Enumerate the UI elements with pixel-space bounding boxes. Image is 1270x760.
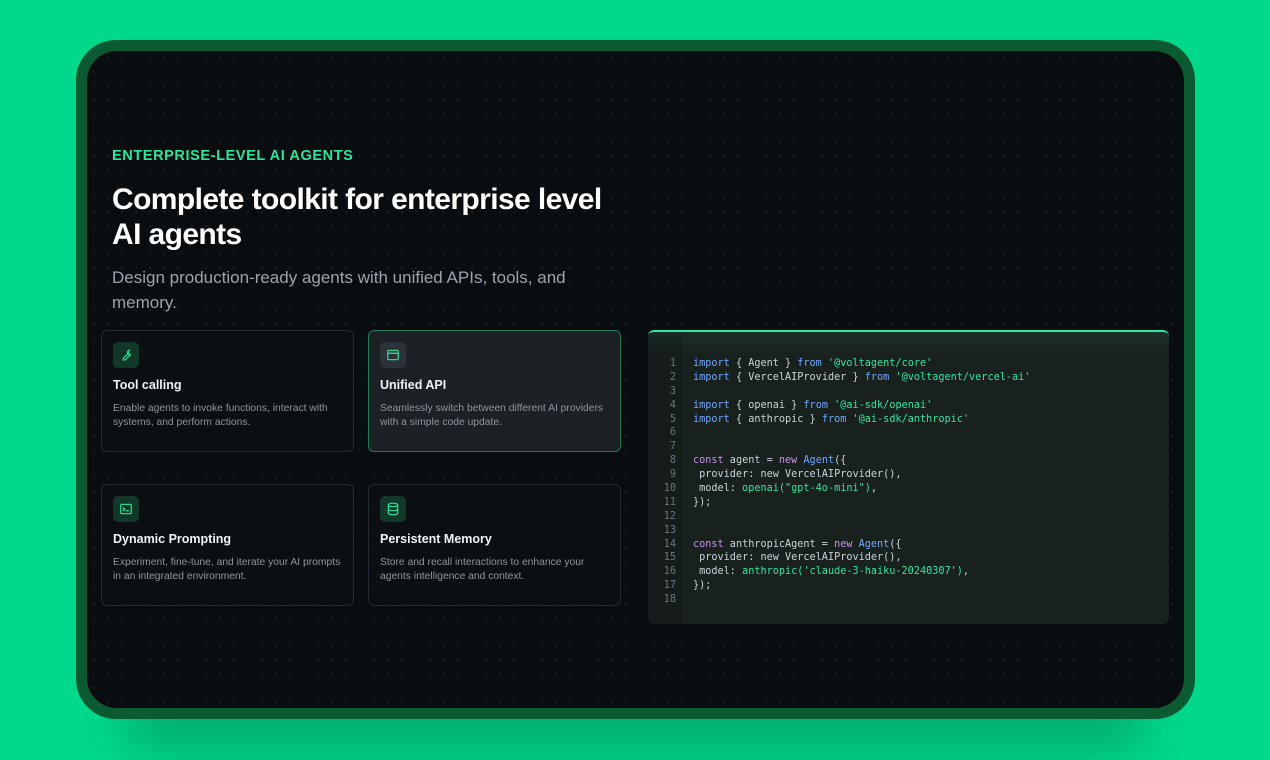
code-text: import { anthropic } from '@ai-sdk/anthr… xyxy=(693,413,970,425)
code-text: provider: new VercelAIProvider(), xyxy=(693,552,902,564)
code-line: 17}); xyxy=(648,579,1169,593)
line-number: 1 xyxy=(669,358,676,369)
feature-card-tool-calling[interactable]: Tool calling Enable agents to invoke fun… xyxy=(101,330,354,452)
line-number: 10 xyxy=(663,483,676,495)
line-number: 17 xyxy=(663,580,676,592)
code-line: 16 model: anthropic('claude-3-haiku-2024… xyxy=(648,565,1169,579)
code-text: const anthropicAgent = new Agent({ xyxy=(693,538,902,550)
code-text: }); xyxy=(693,496,712,508)
code-block: 1 import { Agent } from '@voltagent/core'… xyxy=(648,357,1169,607)
line-number: 12 xyxy=(663,510,676,522)
line-number: 13 xyxy=(663,524,676,536)
line-number: 3 xyxy=(669,385,676,397)
feature-title: Unified API xyxy=(380,378,447,392)
code-line: 9 provider: new VercelAIProvider(), xyxy=(648,468,1169,482)
code-line: 15 provider: new VercelAIProvider(), xyxy=(648,551,1169,565)
line-number: 2 xyxy=(669,371,676,383)
code-line: 11}); xyxy=(648,496,1169,510)
code-text: const agent = new Agent({ xyxy=(693,455,847,467)
terminal-icon xyxy=(113,496,139,522)
code-text: import { Agent } from '@voltagent/core' xyxy=(693,358,933,369)
database-icon xyxy=(380,496,406,522)
feature-card-persistent-memory[interactable]: Persistent Memory Store and recall inter… xyxy=(368,484,621,606)
feature-title: Persistent Memory xyxy=(380,532,492,546)
code-line: 8 const agent = new Agent({ xyxy=(648,454,1169,468)
line-number: 8 xyxy=(669,455,676,467)
line-number: 18 xyxy=(663,594,676,606)
line-number: 4 xyxy=(669,399,676,411)
code-text: model: anthropic('claude-3-haiku-2024030… xyxy=(693,566,970,578)
code-line: 10 model: openai("gpt-4o-mini"), xyxy=(648,482,1169,496)
code-text: import { openai } from '@ai-sdk/openai' xyxy=(693,399,933,411)
code-line: 4 import { openai } from '@ai-sdk/openai' xyxy=(648,399,1169,413)
code-panel-top-glow xyxy=(648,332,1169,354)
feature-description: Store and recall interactions to enhance… xyxy=(380,557,585,582)
code-line: 13 xyxy=(648,524,1169,538)
code-editor[interactable]: 1 import { Agent } from '@voltagent/core'… xyxy=(648,330,1169,624)
feature-title: Dynamic Prompting xyxy=(113,532,232,546)
line-number: 6 xyxy=(669,427,676,439)
page-subtitle: Design production-ready agents with unif… xyxy=(112,268,566,312)
code-text: provider: new VercelAIProvider(), xyxy=(693,469,902,481)
feature-card-unified-api[interactable]: Unified API Seamlessly switch between di… xyxy=(368,330,621,452)
feature-card-dynamic-prompting[interactable]: Dynamic Prompting Experiment, fine-tune,… xyxy=(101,484,354,606)
code-text: }); xyxy=(693,580,712,592)
code-text: model: openai("gpt-4o-mini"), xyxy=(693,483,878,495)
section-eyebrow: ENTERPRISE-LEVEL AI AGENTS xyxy=(112,148,354,164)
page-title: Complete toolkit for enterprise level AI… xyxy=(112,183,602,251)
code-line: 14 const anthropicAgent = new Agent({ xyxy=(648,538,1169,552)
code-line: 2 import { VercelAIProvider } from '@volt… xyxy=(648,371,1169,385)
line-number: 9 xyxy=(669,469,676,481)
code-line: 5 import { anthropic } from '@ai-sdk/anth… xyxy=(648,413,1169,427)
code-line: 1 import { Agent } from '@voltagent/core' xyxy=(648,357,1169,371)
device-frame: ENTERPRISE-LEVEL AI AGENTS Complete tool… xyxy=(76,40,1195,719)
code-line: 3 xyxy=(648,385,1169,399)
feature-title: Tool calling xyxy=(113,378,182,392)
browser-window-icon xyxy=(380,342,406,368)
code-line: 6 xyxy=(648,426,1169,440)
screen: ENTERPRISE-LEVEL AI AGENTS Complete tool… xyxy=(87,51,1184,708)
line-number: 14 xyxy=(663,538,676,550)
line-number: 11 xyxy=(663,496,676,508)
line-number: 5 xyxy=(669,413,676,425)
line-number: 16 xyxy=(663,566,676,578)
feature-description: Experiment, fine-tune, and iterate your … xyxy=(113,557,341,582)
code-line: 7 xyxy=(648,440,1169,454)
wrench-icon xyxy=(113,342,139,368)
code-line: 18 xyxy=(648,593,1169,607)
line-number: 15 xyxy=(663,552,676,564)
feature-description: Enable agents to invoke functions, inter… xyxy=(113,403,328,428)
line-number: 7 xyxy=(669,441,676,453)
code-line: 12 xyxy=(648,510,1169,524)
feature-description: Seamlessly switch between different AI p… xyxy=(380,403,604,428)
code-text: import { VercelAIProvider } from '@volta… xyxy=(693,371,1031,383)
